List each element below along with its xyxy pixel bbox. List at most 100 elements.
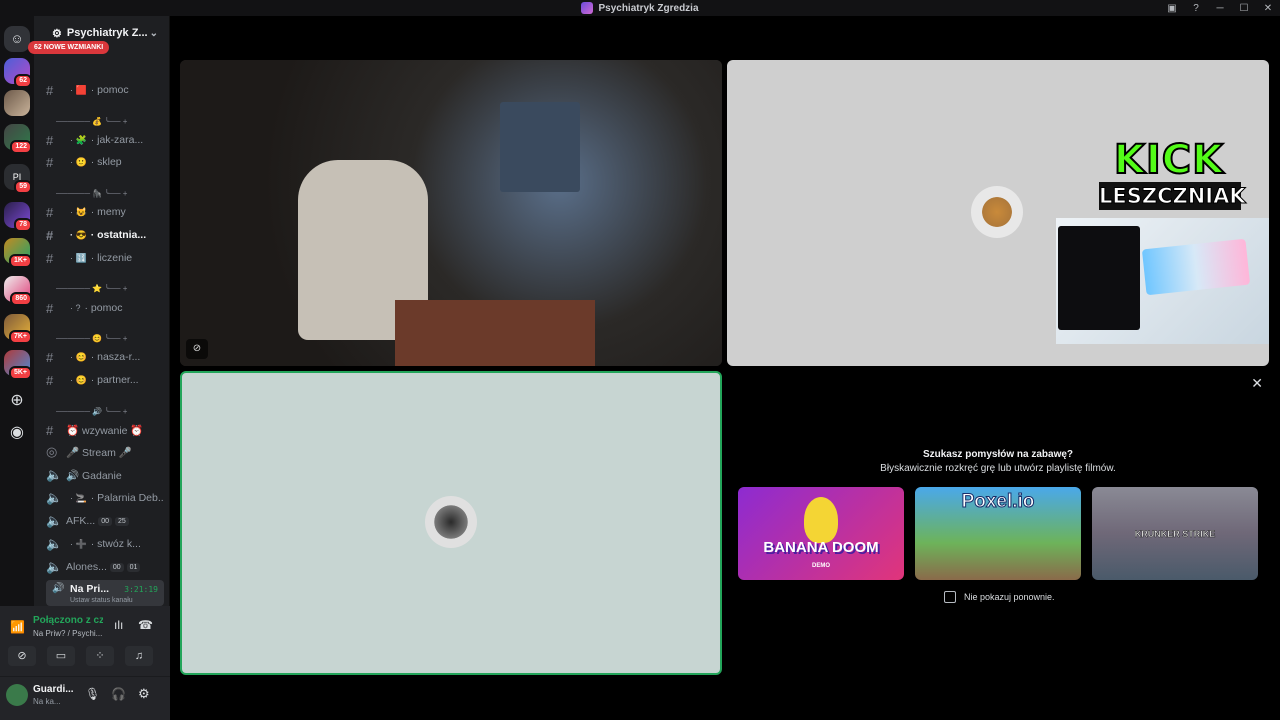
channel-name: · nasza-r...	[90, 351, 141, 363]
camera-off-button[interactable]: ⊘	[8, 646, 36, 666]
checkbox[interactable]	[944, 591, 956, 603]
soundboard-button[interactable]: ♫	[125, 646, 153, 666]
channel-name: · memy	[90, 206, 126, 218]
channel-name: · sklep	[90, 156, 122, 168]
channel-voice[interactable]: 🔈 AFK... 00 25	[46, 512, 164, 530]
gear-icon: ⚙	[52, 27, 62, 40]
voice-connection-panel: 📶 Połączono z czat Na Priw? / Psychi... …	[0, 606, 170, 676]
discord-home-icon[interactable]: ☺	[4, 26, 30, 52]
channel-emoji: · 😎	[70, 229, 87, 240]
maximize-button[interactable]: ☐	[1232, 3, 1256, 14]
keyboard-camera-inset	[1056, 218, 1269, 344]
channel-text[interactable]: # ⏰ wzywanie ⏰	[46, 421, 164, 439]
channel-emoji: · ?	[70, 303, 81, 313]
speaker-icon: 🔈	[46, 559, 63, 574]
noise-suppression-icon[interactable]: ılı	[114, 618, 123, 632]
category-divider[interactable]: ────── 🦍 ╰── +	[56, 189, 156, 199]
user-avatar	[971, 186, 1023, 238]
minimize-button[interactable]: ─	[1208, 3, 1232, 14]
signal-icon[interactable]: 📶	[10, 620, 25, 634]
microphone-icon[interactable]: 🎙	[85, 687, 100, 701]
channel-name: · liczenie	[90, 252, 133, 264]
chevron-down-icon: ⌄	[149, 27, 158, 39]
help-icon[interactable]: ?	[1184, 3, 1208, 14]
window-title: Psychiatryk Zgredzia	[581, 2, 699, 14]
channel-text[interactable]: # · 😺 · memy	[46, 203, 164, 221]
channel-name: · Palarnia Deb...	[90, 492, 164, 504]
channel-name: ⏰ wzywanie ⏰	[66, 424, 144, 437]
channel-voice[interactable]: 🔈 🔊 Gadanie	[46, 466, 164, 484]
channel-text[interactable]: # · 😎 · ostatnia...	[46, 226, 164, 244]
disconnect-icon[interactable]: ☎	[138, 618, 153, 632]
category-divider[interactable]: ────── 😊 ╰── +	[56, 334, 156, 344]
screen-share-button[interactable]: ▭	[47, 646, 75, 666]
speaker-icon: 🔈	[46, 467, 63, 482]
game-card-poxel[interactable]: Poxel.io	[915, 487, 1081, 580]
channel-name: AFK...	[66, 515, 96, 527]
hash-icon: #	[46, 349, 54, 365]
discover-icon[interactable]: ◉	[4, 420, 30, 446]
channel-name: · pomoc	[84, 302, 123, 314]
channel-emoji: · 🚬	[70, 492, 87, 503]
dont-show-again[interactable]: Nie pokazuj ponownie.	[944, 591, 1055, 603]
channel-emoji: · ➕	[70, 538, 87, 549]
hash-icon: #	[46, 154, 54, 170]
game-card-krunker-strike[interactable]: KRUNKER STRIKE	[1092, 487, 1258, 580]
channel-emoji: · 🙂	[70, 156, 87, 167]
user-count: 00	[109, 562, 124, 572]
channel-voice[interactable]: 🔈 · ➕ · stwóz k...	[46, 535, 164, 553]
channel-emoji: · 😊	[70, 374, 87, 385]
channel-voice[interactable]: 🔈 Alones... 00 01	[46, 558, 164, 576]
activities-button[interactable]: ⁘	[86, 646, 114, 666]
channel-emoji: · 🧩	[70, 134, 87, 145]
video-stream-tile-speaking[interactable]	[180, 371, 722, 675]
category-divider[interactable]: ────── 🔊 ╰── +	[56, 407, 156, 417]
mentions-banner[interactable]: 62 NOWE WZMIANKI	[28, 41, 110, 54]
channel-name: · ostatnia...	[90, 229, 147, 241]
server-icon[interactable]: 860	[4, 276, 32, 306]
settings-gear-icon[interactable]: ⚙	[138, 686, 150, 702]
category-divider[interactable]: ────── ⭐ ╰── +	[56, 284, 156, 294]
channel-stage[interactable]: ◎ 🎤 Stream 🎤	[46, 443, 164, 461]
channel-emoji: · 🟥	[70, 84, 87, 95]
server-icon[interactable]: 62	[4, 58, 32, 88]
channel-text[interactable]: # · 🧩 · jak-zara...	[46, 131, 164, 149]
channel-text[interactable]: # · 😊 · partner...	[46, 371, 164, 389]
channel-text[interactable]: # · 🔢 · liczenie	[46, 249, 164, 267]
headphones-icon[interactable]: 🎧	[111, 687, 126, 701]
channel-text[interactable]: # · ? · pomoc	[46, 299, 164, 317]
server-icon[interactable]	[4, 90, 30, 116]
avatar[interactable]	[6, 684, 28, 706]
channel-emoji: · 😺	[70, 206, 87, 217]
close-window-button[interactable]: ✕	[1256, 3, 1280, 14]
monitor-shape	[500, 102, 580, 192]
speaker-icon: 🔈	[46, 490, 63, 505]
voice-channel-current[interactable]: 🔊 Na Pri... 3:21:19 Ustaw status kanału	[46, 580, 164, 606]
close-icon[interactable]: ✕	[1251, 375, 1263, 392]
hash-icon: #	[46, 250, 54, 266]
hash-icon: #	[46, 227, 54, 243]
server-icon[interactable]: 5K+	[4, 350, 32, 380]
channel-emoji: · 😊	[70, 351, 87, 362]
channel-emoji: · 🔢	[70, 252, 87, 263]
channel-text[interactable]: # · 😊 · nasza-r...	[46, 348, 164, 366]
category-divider[interactable]: ────── 💰 ╰── +	[56, 117, 156, 127]
game-card-banana-doom[interactable]: BANANA DOOM DEMO	[738, 487, 904, 580]
channel-text[interactable]: # · 🟥 · pomoc	[46, 81, 164, 99]
channel-text[interactable]: # · 🙂 · sklep	[46, 153, 164, 171]
inbox-icon[interactable]: ▣	[1160, 3, 1184, 14]
video-stream-tile[interactable]: KICK LESZCZNIAK	[727, 60, 1269, 366]
title-bar: Psychiatryk Zgredzia ▣ ? ─ ☐ ✕	[0, 0, 1280, 16]
server-icon[interactable]: 1K+	[4, 238, 32, 268]
channel-name: · stwóz k...	[90, 538, 141, 550]
video-stream-tile[interactable]: ⊘	[180, 60, 722, 366]
server-icon[interactable]: PI 59	[4, 164, 32, 194]
hash-icon: #	[46, 372, 54, 388]
add-server-icon[interactable]: ⊕	[4, 388, 30, 414]
server-icon[interactable]: 7K+	[4, 314, 32, 344]
channel-name: · jak-zara...	[90, 134, 144, 146]
server-icon[interactable]: 78	[4, 202, 32, 232]
channel-voice[interactable]: 🔈 · 🚬 · Palarnia Deb...	[46, 489, 164, 507]
server-icon[interactable]: 122	[4, 124, 32, 154]
hash-icon: #	[46, 204, 54, 220]
